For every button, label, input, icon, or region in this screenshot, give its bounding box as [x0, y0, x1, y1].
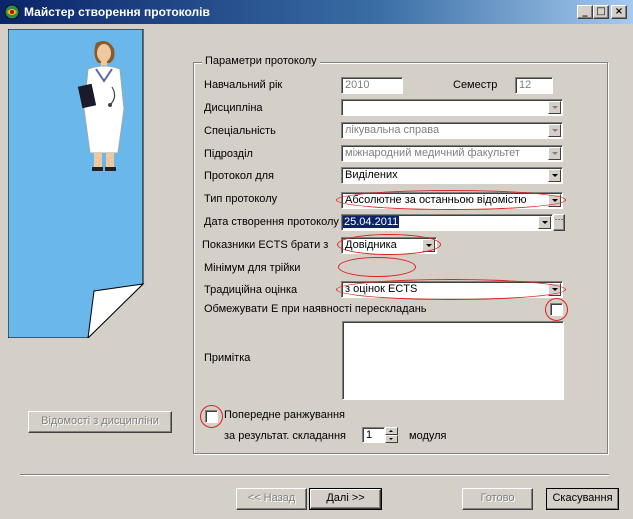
specialty-label: Спеціальність — [204, 125, 276, 137]
ects-source-select[interactable]: Довідника — [341, 237, 437, 254]
traditional-value: з оцінок ECTS — [345, 283, 418, 295]
protocol-for-value: Виділених — [345, 169, 398, 181]
year-label: Навчальний рік — [204, 79, 283, 91]
next-button[interactable]: Далі >> — [309, 488, 382, 510]
chevron-down-icon[interactable] — [548, 147, 561, 160]
chevron-down-icon[interactable] — [548, 283, 561, 296]
ects-source-value: Довідника — [345, 239, 397, 251]
ects-label: Показники ECTS брати з — [202, 239, 329, 251]
date-picker-button[interactable]: ··· — [553, 214, 565, 231]
minimize-button[interactable]: _ — [577, 5, 593, 19]
chevron-down-icon[interactable] — [548, 194, 561, 207]
semester-field[interactable]: 12 — [515, 77, 553, 94]
doctor-illustration — [8, 29, 145, 338]
date-value: 25.04.2011 — [343, 216, 400, 228]
traditional-select[interactable]: з оцінок ECTS — [341, 281, 563, 298]
protocol-type-value: Абсолютне за останньою відомістю — [345, 194, 527, 206]
chevron-down-icon[interactable] — [548, 124, 561, 137]
ranking-count-spinner[interactable] — [385, 427, 398, 443]
footer-separator — [20, 474, 609, 476]
chevron-down-icon[interactable] — [538, 216, 551, 229]
note-textarea[interactable] — [342, 321, 564, 400]
spin-up-icon[interactable] — [385, 427, 398, 435]
title-bar: Майстер створення протоколів _ □ × — [0, 0, 633, 24]
date-field[interactable]: 25.04.2011 — [341, 214, 553, 231]
specialty-select[interactable]: лікувальна справа — [341, 122, 563, 139]
ranking-checkbox[interactable] — [205, 410, 218, 423]
ellipsis-icon: ··· — [554, 214, 564, 224]
app-icon — [4, 4, 20, 20]
date-label: Дата створення протоколу — [204, 216, 339, 228]
back-button[interactable]: << Назад — [236, 488, 307, 510]
discipline-statements-button[interactable]: Відомості з дисципліни — [28, 411, 172, 433]
group-title: Параметри протоколу — [202, 55, 320, 67]
limit-e-label: Обмежувати E при наявності перескладань — [204, 303, 427, 315]
min-three-label: Мінімум для трійки — [204, 262, 301, 274]
window-title: Майстер створення протоколів — [24, 5, 210, 19]
protocol-type-label: Тип протоколу — [204, 193, 278, 205]
department-value: міжнародний медичний факультет — [345, 147, 520, 159]
min-three-field[interactable] — [342, 259, 412, 276]
close-button[interactable]: × — [611, 5, 627, 19]
chevron-down-icon[interactable] — [548, 101, 561, 114]
cancel-button[interactable]: Скасування — [546, 488, 619, 510]
department-label: Підрозділ — [204, 148, 253, 160]
year-field[interactable]: 2010 — [341, 77, 403, 94]
discipline-label: Дисципліна — [204, 102, 263, 114]
finish-button[interactable]: Готово — [462, 488, 533, 510]
department-select[interactable]: міжнародний медичний факультет — [341, 145, 563, 162]
ranking-label: Попередне ранжування — [224, 409, 345, 421]
limit-e-checkbox[interactable] — [550, 303, 563, 316]
semester-label: Семестр — [453, 79, 498, 91]
ranking-count-field[interactable]: 1 — [362, 427, 385, 443]
ranking-by-label: за результат. складання — [224, 430, 347, 442]
discipline-select[interactable] — [341, 99, 563, 116]
chevron-down-icon[interactable] — [548, 169, 561, 182]
protocol-for-select[interactable]: Виділених — [341, 167, 563, 184]
protocol-for-label: Протокол для — [204, 170, 275, 182]
spin-down-icon[interactable] — [385, 435, 398, 443]
traditional-label: Традиційна оцінка — [204, 284, 298, 296]
maximize-button[interactable]: □ — [593, 5, 609, 19]
note-label: Примітка — [204, 352, 251, 364]
specialty-value: лікувальна справа — [345, 124, 440, 136]
ranking-module-label: модуля — [409, 430, 447, 442]
chevron-down-icon[interactable] — [422, 239, 435, 252]
protocol-type-select[interactable]: Абсолютне за останньою відомістю — [341, 192, 563, 209]
